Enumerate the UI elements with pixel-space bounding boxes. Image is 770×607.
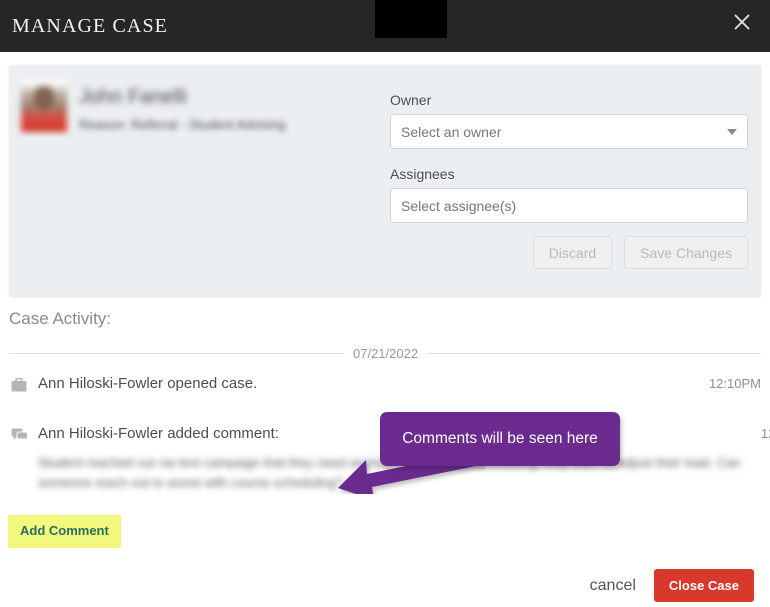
activity-row: Ann Hiloski-Fowler opened case. 12:10PM xyxy=(9,374,761,395)
person-text: John Fanelli Reason: Referral - Student … xyxy=(79,80,286,134)
activity-time: 12:10PM xyxy=(709,374,761,391)
case-detail-card: John Fanelli Reason: Referral - Student … xyxy=(9,65,761,296)
briefcase-icon xyxy=(9,375,29,395)
person-name: John Fanelli xyxy=(79,84,286,110)
assignees-input[interactable] xyxy=(390,188,748,223)
case-activity-heading: Case Activity: xyxy=(9,309,111,329)
modal-header: MANAGE CASE xyxy=(0,0,770,52)
page-title: MANAGE CASE xyxy=(12,15,168,38)
activity-date-divider: 07/21/2022 xyxy=(9,346,761,361)
owner-select-value: Select an owner xyxy=(401,124,501,140)
person-summary: John Fanelli Reason: Referral - Student … xyxy=(21,80,286,134)
comment-body: Student reached out via text campaign th… xyxy=(38,453,753,493)
activity-main: Ann Hiloski-Fowler opened case. xyxy=(38,374,701,394)
chevron-down-icon xyxy=(727,129,737,135)
avatar xyxy=(21,80,67,132)
activity-row: Ann Hiloski-Fowler added comment: Studen… xyxy=(9,424,761,493)
activity-time: 12:10PM xyxy=(761,424,770,441)
discard-button[interactable]: Discard xyxy=(533,236,612,269)
activity-date: 07/21/2022 xyxy=(344,346,427,361)
add-comment-button[interactable]: Add Comment xyxy=(8,515,121,548)
redaction-block xyxy=(375,0,447,38)
owner-select[interactable]: Select an owner xyxy=(390,114,748,149)
activity-text: Ann Hiloski-Fowler added comment: xyxy=(38,424,753,444)
save-changes-button[interactable]: Save Changes xyxy=(624,236,748,269)
form-button-row: Discard Save Changes xyxy=(390,236,748,269)
case-form: Owner Select an owner Assignees Discard … xyxy=(390,92,748,269)
close-icon[interactable] xyxy=(724,4,760,40)
activity-text: Ann Hiloski-Fowler opened case. xyxy=(38,374,701,394)
divider-line-left xyxy=(9,353,344,354)
comment-bubble-icon xyxy=(9,425,29,445)
activity-main: Ann Hiloski-Fowler added comment: Studen… xyxy=(38,424,753,493)
cancel-link[interactable]: cancel xyxy=(590,577,636,595)
divider-line-right xyxy=(427,353,761,354)
modal-footer: cancel Close Case xyxy=(0,564,770,607)
owner-label: Owner xyxy=(390,92,748,108)
assignees-label: Assignees xyxy=(390,166,748,182)
close-case-button[interactable]: Close Case xyxy=(654,569,754,602)
person-reason: Reason: Referral - Student Advising xyxy=(79,116,286,134)
modal-body: John Fanelli Reason: Referral - Student … xyxy=(0,52,770,607)
